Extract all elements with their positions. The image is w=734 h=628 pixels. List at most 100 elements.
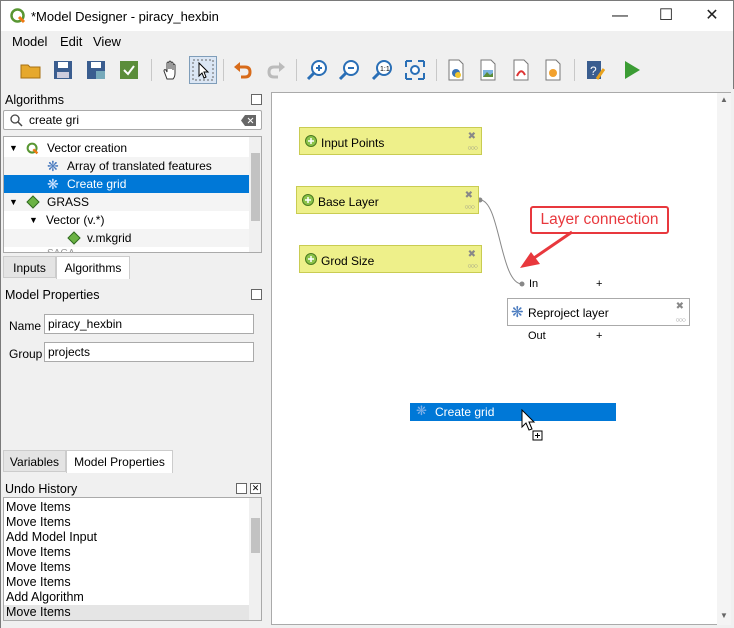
tree-scrollbar[interactable] (249, 137, 261, 252)
input-port-label: In (529, 278, 539, 290)
undo-item[interactable]: Move Items (4, 545, 249, 560)
edit-node-icon[interactable]: ○○○ (464, 204, 475, 211)
zoom-in-button[interactable] (303, 56, 331, 84)
minimize-button[interactable]: — (597, 1, 643, 32)
float-panel-icon[interactable] (251, 94, 262, 105)
hand-pan-icon (163, 60, 176, 80)
close-button[interactable]: ✕ (689, 1, 734, 32)
save-as-button[interactable] (82, 56, 110, 84)
tree-group-vector-creation[interactable]: ▼ Vector creation (4, 139, 249, 157)
scroll-up-icon[interactable]: ▲ (720, 95, 728, 104)
tab-inputs[interactable]: Inputs (3, 256, 56, 278)
undo-item[interactable]: Move Items (4, 515, 249, 530)
tree-group-saga[interactable]: SAGA (4, 247, 249, 252)
menu-model[interactable]: Model (12, 34, 47, 49)
tab-algorithms[interactable]: Algorithms (56, 256, 130, 279)
undo-scrollbar[interactable] (249, 498, 261, 620)
tree-label: Vector creation (47, 141, 128, 155)
input-plus-icon (305, 253, 317, 265)
gear-icon: ❋ (511, 304, 524, 321)
tab-variables[interactable]: Variables (3, 450, 66, 472)
save-icon (54, 61, 72, 79)
edit-node-icon[interactable]: ○○○ (467, 145, 478, 152)
model-name-input[interactable]: piracy_hexbin (44, 314, 254, 334)
tree-item-v-mkgrid[interactable]: v.mkgrid (4, 229, 249, 247)
tab-model-properties[interactable]: Model Properties (66, 450, 173, 473)
zoom-in-icon (306, 60, 327, 81)
callout-arrow-icon (520, 230, 573, 268)
tree-group-grass[interactable]: ▼ GRASS (4, 193, 249, 211)
tree-group-vector-v[interactable]: ▼ Vector (v.*) (4, 211, 249, 229)
gear-icon: ❋ (47, 158, 59, 174)
undo-button[interactable] (229, 56, 257, 84)
svg-text:1:1: 1:1 (380, 66, 390, 73)
run-play-icon (625, 61, 640, 79)
qgis-logo-icon (26, 142, 39, 155)
scroll-down-icon[interactable]: ▼ (720, 611, 728, 620)
pan-tool-button[interactable] (157, 56, 185, 84)
remove-node-icon[interactable]: ✖ (468, 249, 476, 260)
node-label: Base Layer (318, 195, 379, 209)
edit-help-button[interactable]: ? (581, 56, 609, 84)
save-to-project-button[interactable] (115, 56, 143, 84)
redo-button[interactable] (262, 56, 290, 84)
search-icon (10, 114, 23, 127)
algorithm-search-input[interactable]: create gri (3, 110, 262, 130)
maximize-button[interactable]: ☐ (643, 1, 689, 32)
toolbar: 1:1 ? (0, 51, 734, 89)
undo-item[interactable]: Move Items (4, 575, 249, 590)
tree-item-create-grid[interactable]: ❋ Create grid (4, 175, 249, 193)
node-label: Input Points (321, 136, 385, 150)
clear-search-icon[interactable] (241, 115, 256, 126)
expand-arrow-icon: ▼ (29, 215, 38, 225)
select-arrow-icon (192, 59, 214, 81)
select-tool-button[interactable] (189, 56, 217, 84)
close-panel-icon[interactable]: ✕ (250, 483, 261, 494)
tree-label: GRASS (47, 195, 90, 209)
zoom-out-button[interactable] (335, 56, 363, 84)
export-python-button[interactable] (442, 56, 470, 84)
scrollbar-thumb[interactable] (251, 153, 260, 221)
export-image-button[interactable] (474, 56, 502, 84)
input-node-input-points[interactable]: Input Points ✖ ○○○ (299, 127, 482, 155)
undo-item[interactable]: Add Algorithm (4, 590, 249, 605)
export-pdf-button[interactable] (507, 56, 535, 84)
float-panel-icon[interactable] (251, 289, 262, 300)
undo-item-current[interactable]: Move Items (4, 605, 249, 620)
gear-icon: ❋ (416, 403, 427, 418)
undo-icon (234, 62, 252, 79)
menu-edit[interactable]: Edit (60, 34, 82, 49)
search-value: create gri (29, 113, 80, 127)
model-group-input[interactable]: projects (44, 342, 254, 362)
add-input-icon[interactable]: + (596, 278, 602, 290)
undo-item[interactable]: Add Model Input (4, 530, 249, 545)
scrollbar-thumb[interactable] (251, 518, 260, 553)
redo-icon (267, 62, 285, 79)
canvas-scrollbar[interactable]: ▲ ▼ (717, 93, 731, 625)
edit-node-icon[interactable]: ○○○ (467, 263, 478, 270)
save-model-button[interactable] (49, 56, 77, 84)
remove-node-icon[interactable]: ✖ (465, 190, 473, 201)
node-label: Grod Size (321, 254, 375, 268)
input-node-base-layer[interactable]: Base Layer ✖ ○○○ (296, 186, 479, 214)
window-title: *Model Designer - piracy_hexbin (31, 9, 219, 24)
menu-view[interactable]: View (93, 34, 121, 49)
tree-label: Array of translated features (67, 159, 212, 173)
input-node-grod-size[interactable]: Grod Size ✖ ○○○ (299, 245, 482, 273)
tree-label: v.mkgrid (87, 231, 132, 245)
edit-node-icon[interactable]: ○○○ (675, 317, 686, 324)
remove-node-icon[interactable]: ✖ (468, 131, 476, 142)
algorithm-node-reproject[interactable]: ❋ Reproject layer ✖ ○○○ (507, 298, 690, 326)
export-svg-button[interactable] (539, 56, 567, 84)
zoom-actual-button[interactable]: 1:1 (368, 56, 396, 84)
zoom-full-button[interactable] (401, 56, 429, 84)
undo-item[interactable]: Move Items (4, 500, 249, 515)
model-canvas[interactable]: ▲ ▼ (271, 92, 731, 625)
tree-item-array-translated[interactable]: ❋ Array of translated features (4, 157, 249, 175)
run-model-button[interactable] (618, 56, 646, 84)
add-output-icon[interactable]: + (596, 330, 602, 342)
open-model-button[interactable] (17, 56, 45, 84)
undo-item[interactable]: Move Items (4, 560, 249, 575)
float-panel-icon[interactable] (236, 483, 247, 494)
remove-node-icon[interactable]: ✖ (676, 301, 684, 312)
